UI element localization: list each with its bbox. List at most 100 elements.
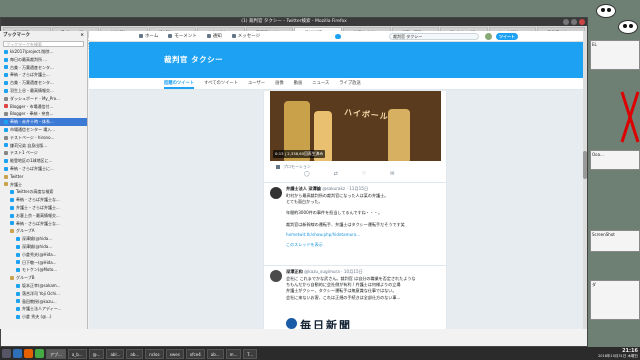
promoted-video[interactable]: ハイボール 0:13 | 2,338,60回再生済み bbox=[270, 91, 441, 161]
tab-news[interactable]: ニュース bbox=[312, 78, 329, 89]
maximize-icon[interactable] bbox=[571, 19, 577, 25]
close-x-icon[interactable] bbox=[620, 88, 640, 146]
bookmark-icon bbox=[10, 213, 14, 218]
clock[interactable]: 21:16 2018年10月31日 木曜日 bbox=[598, 348, 638, 359]
bookmark-item[interactable]: Blogger - 市場通信付... bbox=[0, 103, 87, 111]
nav-notifications[interactable]: 通知 bbox=[206, 33, 222, 39]
bookmark-item[interactable]: ダッシュボード - My_Pro... bbox=[0, 95, 87, 103]
bookmark-item[interactable]: 坂本正幸(@sakam... bbox=[0, 282, 87, 290]
bookmark-item[interactable]: 毎日の最高裁判所 ... bbox=[0, 56, 87, 64]
window-titlebar[interactable]: (1) 裁判官 タクシー - Twitter検索 - Mozilla Firef… bbox=[1, 18, 587, 26]
avatar[interactable] bbox=[485, 33, 492, 40]
bookmark-item[interactable]: 日下敬一(@Hida... bbox=[0, 259, 87, 267]
desktop-mini-window[interactable]: EL bbox=[590, 40, 640, 70]
timeline: ハイボール 0:13 | 2,338,60回再生済み プロモーション ◯ ⇄ ♡… bbox=[263, 91, 447, 329]
bookmark-item[interactable]: 奉納 - さらば弁護士な... bbox=[0, 196, 87, 204]
start-menu-icon[interactable] bbox=[2, 349, 11, 358]
tab-videos[interactable]: 動画 bbox=[294, 78, 303, 89]
twitter-bird-icon[interactable] bbox=[335, 34, 341, 39]
twitter-search-input[interactable]: 裁判官 タクシー bbox=[389, 33, 479, 40]
bookmark-item[interactable]: 能登地区の1球地区に... bbox=[0, 157, 87, 165]
bookmark-item[interactable]: 落合洋司 Yoji Ochi... bbox=[0, 290, 87, 298]
bookmark-label: 落合洋司 Yoji Ochi... bbox=[22, 290, 60, 296]
close-icon[interactable]: × bbox=[80, 31, 84, 40]
bookmark-item[interactable]: 鎌苅兄弟 自身出版... bbox=[0, 142, 87, 150]
avatar[interactable] bbox=[270, 270, 282, 282]
desktop-face-icon[interactable] bbox=[596, 4, 616, 18]
nav-messages[interactable]: メッセージ bbox=[231, 33, 260, 39]
bookmark-folder[interactable]: グループA bbox=[0, 227, 87, 235]
desktop-mini-window[interactable]: ScreenShot bbox=[590, 230, 640, 252]
bookmark-search-input[interactable]: ブックマークを検索 bbox=[3, 41, 84, 47]
nav-home[interactable]: ホーム bbox=[139, 33, 158, 39]
bookmark-item[interactable]: テスト1 ページ bbox=[0, 149, 87, 157]
bookmark-item[interactable]: 深澤諭(@hida... bbox=[0, 235, 87, 243]
bookmark-item[interactable]: 市場通信センター 場入... bbox=[0, 126, 87, 134]
taskbar-task[interactable]: @... bbox=[88, 348, 105, 359]
retweet-icon[interactable]: ⇄ bbox=[334, 171, 338, 177]
bookmark-item[interactable]: 奉納 - 赤井十時・体系... bbox=[0, 118, 87, 126]
tab-live[interactable]: ライブ放送 bbox=[339, 78, 360, 89]
bookmark-item[interactable]: テストページ - hirono... bbox=[0, 134, 87, 142]
bookmark-folder[interactable]: 弁護士 bbox=[0, 181, 87, 189]
taskbar-task[interactable]: T... bbox=[243, 348, 258, 359]
tab-all[interactable]: すべてのツイート bbox=[204, 78, 238, 89]
taskbar-task[interactable]: xwes bbox=[165, 348, 184, 359]
desktop-mini-window[interactable]: Ooa... bbox=[590, 150, 640, 170]
bookmark-item[interactable]: モトケン(@Moto... bbox=[0, 266, 87, 274]
bookmark-item[interactable]: 奉納 - さらば弁護士... bbox=[0, 71, 87, 79]
bookmark-item[interactable]: お客上京・最高情報交... bbox=[0, 212, 87, 220]
bookmark-item[interactable]: 弁護士・さらば弁護士... bbox=[0, 204, 87, 212]
dm-icon[interactable]: ✉ bbox=[390, 171, 394, 177]
show-thread-link[interactable]: このスレッドを表示 bbox=[286, 242, 436, 248]
like-icon[interactable]: ♡ bbox=[362, 171, 366, 177]
taskbar-task[interactable]: ab... bbox=[126, 348, 144, 359]
bookmark-item[interactable]: 奉納 - さらば弁護士に... bbox=[0, 165, 87, 173]
bookmark-item[interactable]: kk2017/project.削除... bbox=[0, 48, 87, 56]
tweet-link[interactable]: hometwit.tk/show.php/hidetamura... bbox=[286, 232, 436, 238]
bookmark-item[interactable]: Twitterの高度な検索 bbox=[0, 188, 87, 196]
bookmark-item[interactable]: 小倉 秀夫 (@...) bbox=[0, 313, 87, 321]
taskbar-task[interactable]: nclos bbox=[145, 348, 164, 359]
close-icon[interactable] bbox=[579, 19, 585, 25]
minimize-icon[interactable] bbox=[563, 19, 569, 25]
bookmark-folder[interactable]: グループB bbox=[0, 274, 87, 282]
tab-images[interactable]: 画像 bbox=[275, 78, 284, 89]
bookmark-item[interactable]: 島田教授(@kazu... bbox=[0, 298, 87, 306]
bookmark-item[interactable]: 古美 - 万葉遺産センタ... bbox=[0, 64, 87, 72]
avatar[interactable] bbox=[270, 187, 282, 199]
bookmark-folder[interactable]: Twitter bbox=[0, 173, 87, 181]
tab-top[interactable]: 話題のツイート bbox=[164, 78, 195, 89]
scrollbar[interactable] bbox=[583, 31, 587, 329]
bookmark-item[interactable]: 古美 - 万葉遺産センタ... bbox=[0, 79, 87, 87]
tweet-button[interactable]: ツイート bbox=[496, 33, 518, 40]
taskbar-task[interactable]: xfce4 bbox=[185, 348, 205, 359]
terminal-icon[interactable] bbox=[35, 349, 44, 358]
bookmark-item[interactable]: 奉納 - さらば弁護士な... bbox=[0, 220, 87, 228]
taskbar-task[interactable]: アプ... bbox=[46, 348, 66, 359]
bookmark-item[interactable]: 深澤諭(@hida... bbox=[0, 243, 87, 251]
taskbar-task[interactable]: abl... bbox=[106, 348, 125, 359]
bookmark-icon bbox=[4, 88, 8, 93]
sidebar-header[interactable]: ブックマーク × bbox=[0, 31, 87, 40]
bookmark-item[interactable]: 小倉秀夫(@Hida... bbox=[0, 251, 87, 259]
bookmark-item[interactable]: Blogger - 奉納 - 奈良... bbox=[0, 110, 87, 118]
tweet-body: 会社に これまでかな武さん。裁判官 は自分の職業を否定されたような ちもんだから… bbox=[286, 276, 436, 301]
tweet-author[interactable]: 深澤正和 bbox=[286, 269, 303, 274]
desktop-face-icon[interactable] bbox=[618, 20, 638, 34]
firefox-icon[interactable] bbox=[24, 349, 33, 358]
tab-users[interactable]: ユーザー bbox=[248, 78, 265, 89]
desktop-mini-window[interactable]: ダ bbox=[590, 280, 640, 320]
nav-moments[interactable]: モーメント bbox=[168, 33, 197, 39]
scrollbar-thumb[interactable] bbox=[583, 151, 587, 179]
bookmark-item[interactable]: 弁護士法人アディー... bbox=[0, 305, 87, 313]
taskbar-task[interactable]: ab... bbox=[206, 348, 224, 359]
bookmark-item[interactable]: 羽生上谷・最高情報交... bbox=[0, 87, 87, 95]
bookmark-icon bbox=[4, 127, 8, 132]
desktop-icon[interactable] bbox=[13, 349, 22, 358]
tweet-author[interactable]: 弁護士法人 深澤諭 bbox=[286, 186, 321, 191]
tweet[interactable]: 弁護士法人 深澤諭 @sakurakz · 11月15日 町村から最高裁判所の裁… bbox=[264, 182, 446, 264]
taskbar-task[interactable]: a_b... bbox=[67, 348, 87, 359]
reply-icon[interactable]: ◯ bbox=[304, 171, 310, 177]
taskbar-task[interactable]: m... bbox=[225, 348, 242, 359]
